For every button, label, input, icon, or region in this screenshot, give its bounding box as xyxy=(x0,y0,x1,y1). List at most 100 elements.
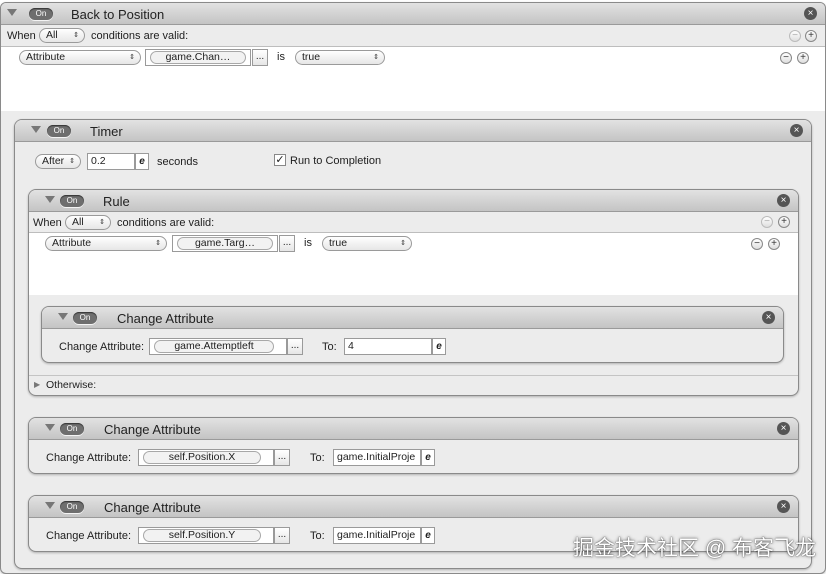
otherwise-label: Otherwise: xyxy=(46,379,97,391)
condition-type-value: Attribute xyxy=(26,51,66,63)
timer-mode-select[interactable]: After ⇕ xyxy=(35,154,81,169)
change-attribute-header[interactable]: On Change Attribute × xyxy=(42,307,783,329)
add-condition-button[interactable]: + xyxy=(778,216,790,228)
conditions-label: conditions are valid: xyxy=(91,30,189,42)
change-attribute-label: Change Attribute: xyxy=(59,341,145,353)
condition-op-label: is xyxy=(304,237,312,249)
watermark-text: 掘金技术社区 @ 布客飞龙 xyxy=(573,537,816,560)
panel-title: Back to Position xyxy=(71,7,165,22)
checkmark-icon: ✓ xyxy=(275,154,285,166)
change-attribute-header[interactable]: On Change Attribute × xyxy=(29,496,798,518)
browse-attribute-button[interactable]: ... xyxy=(274,527,290,544)
otherwise-row[interactable]: ▶ Otherwise: xyxy=(29,375,798,395)
browse-attribute-button[interactable]: ... xyxy=(279,235,295,252)
when-select[interactable]: All ⇕ xyxy=(65,215,111,230)
remove-condition-row-button[interactable]: − xyxy=(780,52,792,64)
on-toggle[interactable]: On xyxy=(60,195,84,207)
expression-editor-icon[interactable]: e xyxy=(421,527,435,544)
browse-attribute-button[interactable]: ... xyxy=(274,449,290,466)
expression-editor-icon[interactable]: e xyxy=(135,153,149,170)
add-condition-button[interactable]: + xyxy=(805,30,817,42)
attribute-chip[interactable]: game.Targ… xyxy=(177,237,273,250)
close-icon[interactable]: × xyxy=(790,124,803,137)
close-icon[interactable]: × xyxy=(777,422,790,435)
on-toggle[interactable]: On xyxy=(60,501,84,513)
rule-header[interactable]: On Rule × xyxy=(29,190,798,212)
attribute-chip[interactable]: game.Attemptleft xyxy=(154,340,274,353)
attribute-chip[interactable]: self.Position.X xyxy=(143,451,261,464)
to-value-field[interactable]: game.InitialProje xyxy=(333,527,421,544)
select-arrows-icon: ⇕ xyxy=(373,54,379,61)
condition-type-select[interactable]: Attribute ⇕ xyxy=(19,50,141,65)
timer-panel: On Timer × After ⇕ 0.2 e seconds ✓ Run t… xyxy=(14,119,812,569)
to-label: To: xyxy=(310,452,325,464)
conditions-area: Attribute ⇕ game.Chan… ... is true ⇕ − + xyxy=(1,47,825,111)
change-attribute-header[interactable]: On Change Attribute × xyxy=(29,418,798,440)
condition-attribute-field[interactable]: game.Chan… xyxy=(145,49,251,66)
remove-condition-button[interactable]: − xyxy=(761,216,773,228)
panel-title: Timer xyxy=(90,124,123,139)
target-attribute-field[interactable]: self.Position.Y xyxy=(138,527,274,544)
to-value-field[interactable]: game.InitialProje xyxy=(333,449,421,466)
add-condition-row-button[interactable]: + xyxy=(797,52,809,64)
target-attribute-field[interactable]: self.Position.X xyxy=(138,449,274,466)
to-label: To: xyxy=(322,341,337,353)
when-label: When xyxy=(7,30,36,42)
panel-title: Change Attribute xyxy=(117,311,214,326)
close-icon[interactable]: × xyxy=(777,194,790,207)
collapse-triangle-icon[interactable] xyxy=(45,424,55,431)
collapse-triangle-icon[interactable] xyxy=(31,126,41,133)
condition-type-select[interactable]: Attribute ⇕ xyxy=(45,236,167,251)
attribute-chip[interactable]: self.Position.Y xyxy=(143,529,261,542)
when-select-value: All xyxy=(72,216,84,228)
target-attribute-field[interactable]: game.Attemptleft xyxy=(149,338,287,355)
select-arrows-icon: ⇕ xyxy=(69,158,75,165)
collapse-triangle-icon[interactable] xyxy=(7,9,17,16)
remove-condition-row-button[interactable]: − xyxy=(751,238,763,250)
seconds-label: seconds xyxy=(157,156,198,168)
on-toggle[interactable]: On xyxy=(60,423,84,435)
when-label: When xyxy=(33,217,62,229)
select-arrows-icon: ⇕ xyxy=(99,219,105,226)
close-icon[interactable]: × xyxy=(804,7,817,20)
condition-op-label: is xyxy=(277,51,285,63)
timer-value-field[interactable]: 0.2 xyxy=(87,153,135,170)
on-toggle[interactable]: On xyxy=(29,8,53,20)
panel-title: Change Attribute xyxy=(104,500,201,515)
browse-attribute-button[interactable]: ... xyxy=(287,338,303,355)
panel-title: Rule xyxy=(103,194,130,209)
expression-editor-icon[interactable]: e xyxy=(432,338,446,355)
collapse-triangle-icon[interactable] xyxy=(58,313,68,320)
to-value-field[interactable]: 4 xyxy=(344,338,432,355)
panel-title: Change Attribute xyxy=(104,422,201,437)
remove-condition-button[interactable]: − xyxy=(789,30,801,42)
run-to-completion-checkbox[interactable]: ✓ xyxy=(274,154,286,166)
on-toggle[interactable]: On xyxy=(73,312,97,324)
condition-attribute-field[interactable]: game.Targ… xyxy=(172,235,278,252)
conditions-area: Attribute ⇕ game.Targ… ... is true ⇕ − + xyxy=(29,233,798,295)
collapse-triangle-icon[interactable] xyxy=(45,502,55,509)
change-attribute-panel: On Change Attribute × Change Attribute: … xyxy=(28,417,799,474)
conditions-label: conditions are valid: xyxy=(117,217,215,229)
change-attribute-label: Change Attribute: xyxy=(46,530,132,542)
expand-triangle-icon[interactable]: ▶ xyxy=(34,380,40,389)
run-to-completion-label: Run to Completion xyxy=(290,155,382,167)
close-icon[interactable]: × xyxy=(777,500,790,513)
add-condition-row-button[interactable]: + xyxy=(768,238,780,250)
select-arrows-icon: ⇕ xyxy=(129,54,135,61)
expression-editor-icon[interactable]: e xyxy=(421,449,435,466)
when-row: When All ⇕ conditions are valid: − + xyxy=(29,212,798,233)
condition-value-select[interactable]: true ⇕ xyxy=(295,50,385,65)
condition-value: true xyxy=(302,51,321,63)
when-select[interactable]: All ⇕ xyxy=(39,28,85,43)
condition-value-select[interactable]: true ⇕ xyxy=(322,236,412,251)
browse-attribute-button[interactable]: ... xyxy=(252,49,268,66)
change-attribute-label: Change Attribute: xyxy=(46,452,132,464)
collapse-triangle-icon[interactable] xyxy=(45,196,55,203)
rule-panel: On Rule × When All ⇕ conditions are vali… xyxy=(28,189,799,396)
on-toggle[interactable]: On xyxy=(47,125,71,137)
back-to-position-header[interactable]: On Back to Position × xyxy=(1,3,825,25)
close-icon[interactable]: × xyxy=(762,311,775,324)
attribute-chip[interactable]: game.Chan… xyxy=(150,51,246,64)
timer-header[interactable]: On Timer × xyxy=(15,120,811,142)
